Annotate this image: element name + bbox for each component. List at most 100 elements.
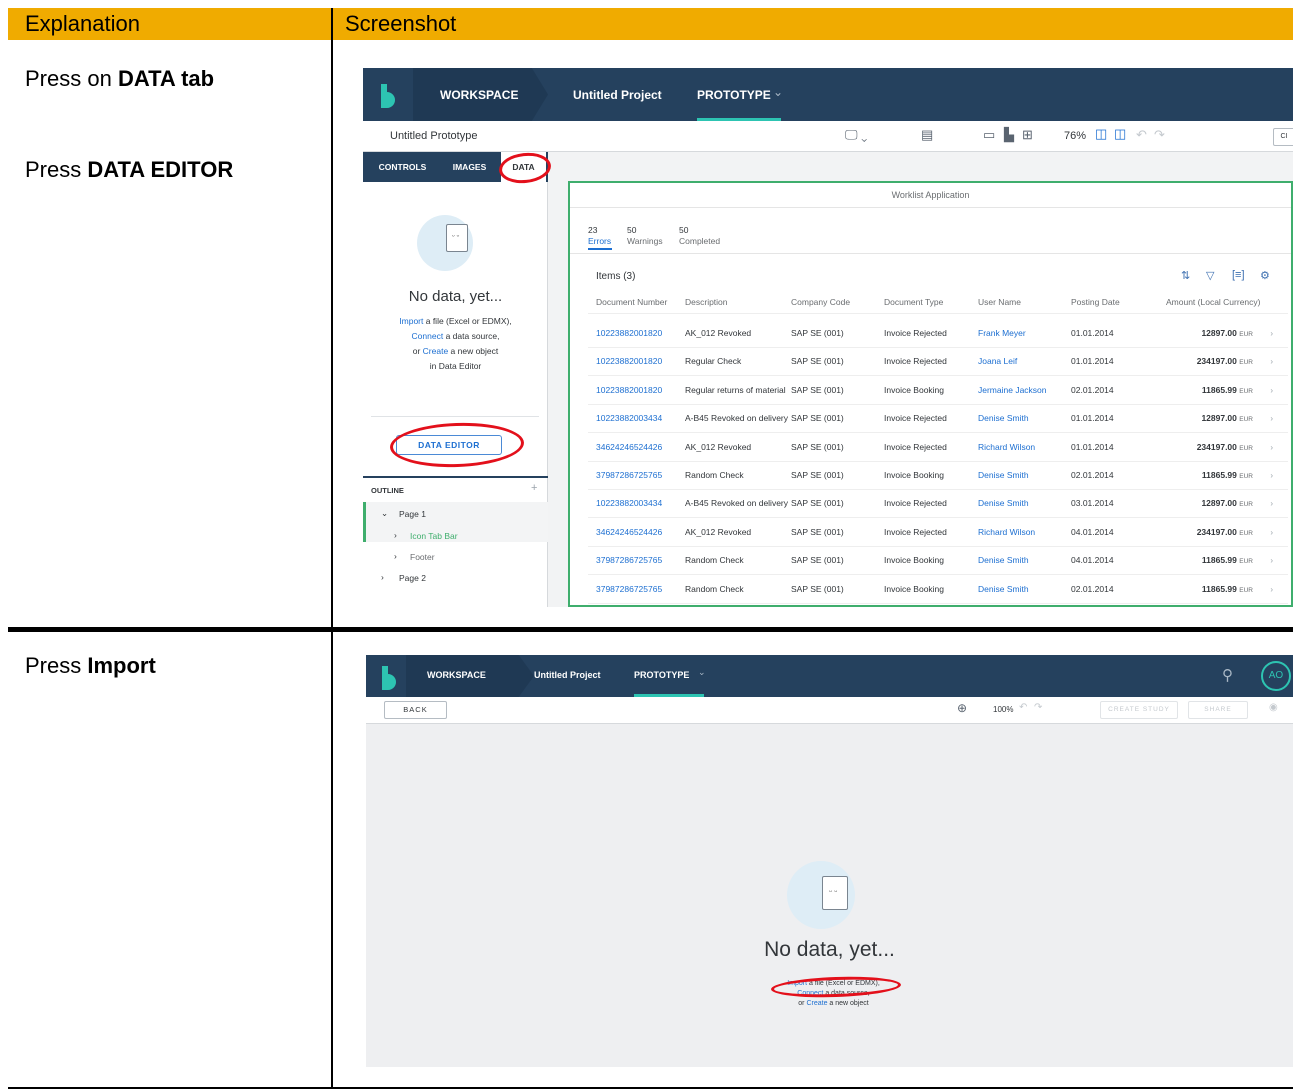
outline-page2-chevron-icon[interactable]: › — [381, 572, 384, 582]
worklist-app-canvas[interactable]: Worklist Application 23 Errors 50 Warnin… — [568, 181, 1293, 607]
settings-gear-icon[interactable]: ⚙ — [1260, 269, 1270, 282]
undo-icon[interactable]: ↶ — [1136, 127, 1147, 143]
cell-user-name[interactable]: Denise Smith — [978, 555, 1029, 565]
cell-document-number[interactable]: 37987286725765 — [596, 555, 662, 565]
stat-warnings-label[interactable]: Warnings — [627, 236, 663, 246]
row-navigation-chevron-icon[interactable]: › — [1270, 585, 1273, 594]
sort-icon[interactable]: ⇅ — [1181, 269, 1190, 282]
user-avatar[interactable]: AO — [1261, 661, 1291, 691]
cell-posting-date: 02.01.2014 — [1071, 583, 1114, 594]
empty-hint-text: Import a file (Excel or EDMX), Connect a… — [363, 314, 548, 374]
row-navigation-chevron-icon[interactable]: › — [1270, 556, 1273, 565]
prototype-tab[interactable]: PROTOTYPE — [634, 670, 689, 680]
row-navigation-chevron-icon[interactable]: › — [1270, 499, 1273, 508]
row-navigation-chevron-icon[interactable]: › — [1270, 414, 1273, 423]
filter-icon[interactable]: ▽ — [1206, 269, 1214, 282]
cell-user-name[interactable]: Joana Leif — [978, 356, 1017, 366]
zoom-level[interactable]: 100% — [993, 705, 1013, 714]
prototype-dropdown-caret-icon[interactable]: ⌄ — [773, 85, 783, 99]
cell-user-name[interactable]: Denise Smith — [978, 584, 1029, 594]
cell-document-number[interactable]: 10223882001820 — [596, 356, 662, 366]
stat-completed-label[interactable]: Completed — [679, 236, 720, 246]
tab-images[interactable]: IMAGES — [442, 152, 497, 182]
cell-amount: 11865.99 EUR — [1202, 470, 1253, 480]
undo-icon[interactable]: ↶ — [1019, 702, 1027, 713]
group-icon[interactable]: [≡] — [1232, 269, 1245, 281]
redo-icon[interactable]: ↷ — [1154, 127, 1165, 143]
redo-icon[interactable]: ↷ — [1034, 702, 1042, 713]
col-document-type[interactable]: Document Type — [884, 297, 943, 307]
amount-currency: EUR — [1239, 444, 1253, 452]
cell-document-number[interactable]: 10223882003434 — [596, 498, 662, 508]
create-link[interactable]: Create — [423, 346, 449, 356]
tab-controls[interactable]: CONTROLS — [363, 152, 442, 182]
cell-amount: 11865.99 EUR — [1202, 555, 1253, 565]
col-document-number[interactable]: Document Number — [596, 297, 667, 307]
preview-eye-icon[interactable]: ◉ — [1269, 702, 1278, 713]
cell-company-code: SAP SE (001) — [791, 583, 844, 594]
import-link[interactable]: Import — [399, 316, 423, 326]
cell-user-name[interactable]: Richard Wilson — [978, 527, 1035, 537]
ruler-icon[interactable]: ▭ — [983, 127, 995, 143]
hierarchy-icon[interactable]: ⊞ — [1022, 127, 1033, 143]
cell-document-number[interactable]: 37987286725765 — [596, 584, 662, 594]
add-circle-icon[interactable]: ⊕ — [957, 701, 967, 715]
col-user-name[interactable]: User Name — [978, 297, 1021, 307]
device-monitor-icon[interactable]: 🖵 ⌄ — [845, 127, 867, 143]
project-link[interactable]: Untitled Project — [573, 88, 662, 102]
stat-errors-label[interactable]: Errors — [588, 236, 611, 246]
left-panel-toggle-icon[interactable]: ◫ — [1095, 126, 1107, 142]
col-description[interactable]: Description — [685, 297, 728, 307]
workspace-link[interactable]: WORKSPACE — [427, 670, 486, 680]
cell-user-name[interactable]: Frank Meyer — [978, 328, 1026, 338]
col-amount[interactable]: Amount (Local Currency) — [1166, 297, 1260, 307]
cell-user-name[interactable]: Denise Smith — [978, 470, 1029, 480]
row-navigation-chevron-icon[interactable]: › — [1270, 471, 1273, 480]
page-settings-icon[interactable]: ▤ — [921, 127, 933, 143]
row-navigation-chevron-icon[interactable]: › — [1270, 357, 1273, 366]
cell-user-name[interactable]: Denise Smith — [978, 413, 1029, 423]
connect-link[interactable]: Connect — [412, 331, 444, 341]
outline-page2[interactable]: Page 2 — [399, 573, 426, 583]
left-panel: CONTROLS IMAGES DATA ᵕ ᵕ No data, yet...… — [363, 152, 548, 607]
prototype-dropdown-caret-icon[interactable]: ⌄ — [698, 667, 706, 678]
truncated-toolbar-button[interactable]: CI — [1273, 128, 1293, 146]
create-link[interactable]: Create — [806, 1000, 827, 1007]
search-icon[interactable]: ⚲ — [1222, 666, 1233, 684]
cell-document-number[interactable]: 10223882001820 — [596, 328, 662, 338]
outline-page1[interactable]: Page 1 — [399, 509, 426, 519]
no-data-title: No data, yet... — [408, 288, 503, 305]
cell-user-name[interactable]: Denise Smith — [978, 498, 1029, 508]
row-navigation-chevron-icon[interactable]: › — [1270, 386, 1273, 395]
create-study-button[interactable]: CREATE STUDY — [1100, 701, 1178, 719]
cell-document-number[interactable]: 10223882003434 — [596, 413, 662, 423]
workspace-link[interactable]: WORKSPACE — [440, 88, 518, 102]
right-panel-toggle-icon[interactable]: ◫ — [1114, 126, 1126, 142]
cell-document-number[interactable]: 34624246524426 — [596, 442, 662, 452]
outline-footer[interactable]: Footer — [410, 552, 435, 562]
outline-add-icon[interactable]: + — [531, 482, 537, 494]
cell-document-number[interactable]: 37987286725765 — [596, 470, 662, 480]
prototype-tab[interactable]: PROTOTYPE — [697, 88, 771, 102]
row-navigation-chevron-icon[interactable]: › — [1270, 528, 1273, 537]
cell-document-number[interactable]: 34624246524426 — [596, 527, 662, 537]
cell-document-number[interactable]: 10223882001820 — [596, 385, 662, 395]
col-posting-date[interactable]: Posting Date — [1071, 297, 1120, 307]
outline-icon-tab-bar[interactable]: Icon Tab Bar — [410, 531, 458, 541]
back-button[interactable]: BACK — [384, 701, 447, 719]
share-button[interactable]: SHARE — [1188, 701, 1248, 719]
cell-user-name[interactable]: Richard Wilson — [978, 442, 1035, 452]
align-icon[interactable]: ▙ — [1004, 127, 1014, 143]
amount-currency: EUR — [1239, 473, 1253, 480]
outline-icontabbar-chevron-icon[interactable]: › — [394, 530, 397, 540]
cell-user-name[interactable]: Jermaine Jackson — [978, 385, 1047, 395]
row-navigation-chevron-icon[interactable]: › — [1270, 443, 1273, 452]
zoom-level[interactable]: 76% — [1064, 130, 1086, 142]
row-navigation-chevron-icon[interactable]: › — [1270, 329, 1273, 338]
col-company-code[interactable]: Company Code — [791, 297, 850, 307]
cell-description: AK_012 Revoked — [685, 328, 752, 338]
outline-footer-chevron-icon[interactable]: › — [394, 551, 397, 561]
row-separator — [588, 517, 1288, 519]
project-link[interactable]: Untitled Project — [534, 670, 601, 680]
outline-page1-chevron-icon[interactable]: ⌄ — [381, 508, 388, 519]
